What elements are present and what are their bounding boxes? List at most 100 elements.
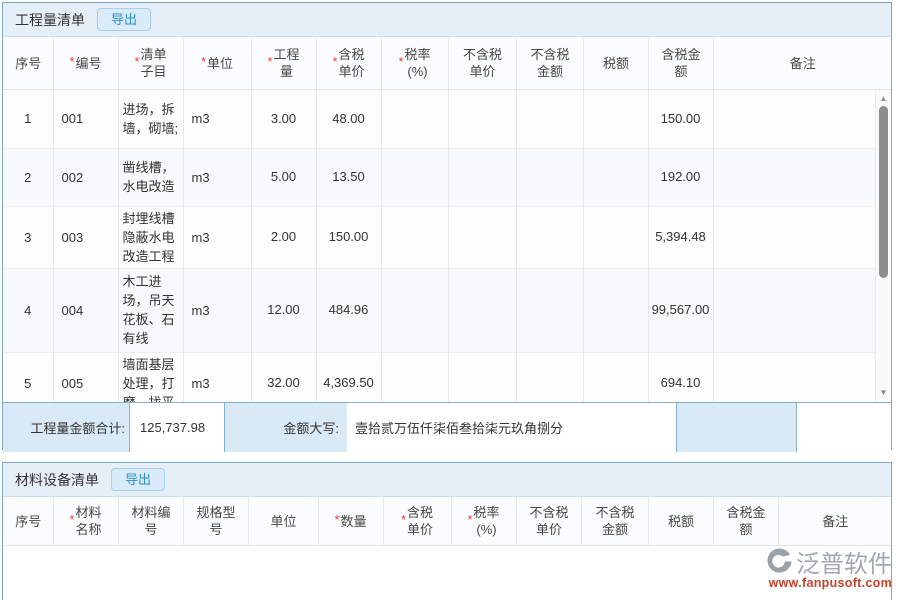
page: 工程量清单 导出 序号 *编号 *清单 子目 *单位 *工程 量 *含税 单价 … xyxy=(0,0,900,600)
cell-tax-rate xyxy=(381,352,448,402)
quantity-list-header: 序号 *编号 *清单 子目 *单位 *工程 量 *含税 单价 *税率 (%) 不… xyxy=(3,37,891,90)
required-asterisk: * xyxy=(334,512,339,527)
quantity-totals-row: 工程量金额合计: 125,737.98 金额大写: 壹拾贰万伍仟柒佰叁拾柒元玖角… xyxy=(3,402,891,452)
column-header-note: 备注 xyxy=(778,497,891,546)
total-amount-value: 125,737.98 xyxy=(129,403,225,452)
column-header-spec-model: 规格型 号 xyxy=(183,497,248,546)
quantity-list-title-row: 工程量清单 导出 xyxy=(3,3,891,37)
panel-title: 工程量清单 xyxy=(15,10,85,30)
required-asterisk: * xyxy=(332,54,337,69)
column-header-tax: 税额 xyxy=(648,497,713,546)
amount-in-words-label: 金额大写: xyxy=(225,403,347,452)
cell-tax-rate xyxy=(381,90,448,148)
scroll-down-icon[interactable]: ▼ xyxy=(876,386,891,400)
column-header-tax: 税额 xyxy=(583,37,648,90)
cell-item: 凿线槽，水电改造 xyxy=(118,148,183,206)
column-header-seq: 序号 xyxy=(3,497,53,546)
table-row[interactable]: 1 001 进场，拆墙，砌墙; m3 3.00 48.00 150.00 xyxy=(3,90,876,148)
required-asterisk: * xyxy=(69,54,74,69)
scrollbar-thumb[interactable] xyxy=(879,106,888,278)
cell-seq: 2 xyxy=(3,148,53,206)
column-header-item: *清单 子目 xyxy=(118,37,183,90)
column-header-tax-rate: *税率 (%) xyxy=(451,497,516,546)
column-header-amount: 含税金 额 xyxy=(648,37,713,90)
cell-qty: 12.00 xyxy=(251,268,316,352)
cell-note xyxy=(713,268,876,352)
cell-unit: m3 xyxy=(183,90,251,148)
cell-note xyxy=(713,352,876,402)
watermark: 泛普软件 www.fanpusoft.com xyxy=(766,544,892,590)
cell-tax-rate xyxy=(381,206,448,268)
cell-code: 003 xyxy=(53,206,118,268)
cell-amount-excl xyxy=(516,90,583,148)
cell-tax xyxy=(583,148,648,206)
column-header-amount-excl: 不含税 金额 xyxy=(516,37,583,90)
column-header-amount-excl: 不含税 金额 xyxy=(581,497,648,546)
cell-seq: 5 xyxy=(3,352,53,402)
column-header-unit: *单位 xyxy=(183,37,251,90)
cell-amount: 150.00 xyxy=(648,90,713,148)
table-row[interactable]: 5 005 墙面基层处理，打磨，找平 m3 32.00 4,369.50 694… xyxy=(3,352,876,402)
cell-amount-excl xyxy=(516,206,583,268)
cell-amount-excl xyxy=(516,352,583,402)
cell-qty: 2.00 xyxy=(251,206,316,268)
material-list-header: 序号 *材料 名称 材料编 号 规格型 号 单位 *数量 *含税 单价 *税率 … xyxy=(3,497,891,546)
cell-item: 墙面基层处理，打磨，找平 xyxy=(118,352,183,402)
cell-price: 4,369.50 xyxy=(316,352,381,402)
watermark-brand-text: 泛普软件 xyxy=(796,544,892,579)
cell-tax xyxy=(583,268,648,352)
export-button[interactable]: 导出 xyxy=(97,8,151,31)
cell-unit: m3 xyxy=(183,206,251,268)
quantity-list-rows: 1 001 进场，拆墙，砌墙; m3 3.00 48.00 150.00 2 0… xyxy=(3,90,876,402)
cell-amount-excl xyxy=(516,148,583,206)
vertical-scrollbar[interactable]: ▲ ▼ xyxy=(875,90,891,402)
cell-unit: m3 xyxy=(183,148,251,206)
cell-price-excl xyxy=(448,206,516,268)
cell-amount-excl xyxy=(516,268,583,352)
column-header-qty: *工程 量 xyxy=(251,37,316,90)
cell-unit: m3 xyxy=(183,352,251,402)
table-row[interactable]: 3 003 封埋线槽隐蔽水电改造工程 m3 2.00 150.00 5,394.… xyxy=(3,206,876,268)
cell-qty: 3.00 xyxy=(251,90,316,148)
panel-title: 材料设备清单 xyxy=(15,470,99,490)
totals-blank-cell xyxy=(797,403,891,452)
export-button[interactable]: 导出 xyxy=(111,468,165,491)
cell-code: 004 xyxy=(53,268,118,352)
cell-code: 001 xyxy=(53,90,118,148)
cell-code: 002 xyxy=(53,148,118,206)
cell-code: 005 xyxy=(53,352,118,402)
cell-seq: 4 xyxy=(3,268,53,352)
column-header-tax-rate: *税率 (%) xyxy=(381,37,448,90)
cell-unit: m3 xyxy=(183,268,251,352)
cell-tax xyxy=(583,90,648,148)
cell-tax xyxy=(583,352,648,402)
table-row[interactable]: 4 004 木工进场，吊天花板、石有线 m3 12.00 484.96 99,5… xyxy=(3,268,876,352)
column-header-unit: 单位 xyxy=(248,497,318,546)
column-header-price-excl: 不含税 单价 xyxy=(448,37,516,90)
quantity-list-body: 1 001 进场，拆墙，砌墙; m3 3.00 48.00 150.00 2 0… xyxy=(3,90,891,402)
fanpu-logo-icon xyxy=(766,548,793,575)
cell-qty: 5.00 xyxy=(251,148,316,206)
cell-item: 封埋线槽隐蔽水电改造工程 xyxy=(118,206,183,268)
cell-amount: 5,394.48 xyxy=(648,206,713,268)
cell-tax-rate xyxy=(381,148,448,206)
required-asterisk: * xyxy=(69,512,74,527)
table-row[interactable]: 2 002 凿线槽，水电改造 m3 5.00 13.50 192.00 xyxy=(3,148,876,206)
column-header-material-code: 材料编 号 xyxy=(118,497,183,546)
cell-price: 150.00 xyxy=(316,206,381,268)
cell-price-excl xyxy=(448,352,516,402)
cell-tax-rate xyxy=(381,268,448,352)
quantity-list-panel: 工程量清单 导出 序号 *编号 *清单 子目 *单位 *工程 量 *含税 单价 … xyxy=(2,2,892,450)
cell-item: 进场，拆墙，砌墙; xyxy=(118,90,183,148)
cell-price-excl xyxy=(448,148,516,206)
cell-price: 13.50 xyxy=(316,148,381,206)
totals-blank-cell xyxy=(677,403,797,452)
scroll-up-icon[interactable]: ▲ xyxy=(876,92,891,106)
cell-item: 木工进场，吊天花板、石有线 xyxy=(118,268,183,352)
cell-amount: 192.00 xyxy=(648,148,713,206)
column-header-price: *含税 单价 xyxy=(383,497,451,546)
column-header-qty: *数量 xyxy=(318,497,383,546)
required-asterisk: * xyxy=(201,54,206,69)
column-header-code: *编号 xyxy=(53,37,118,90)
cell-seq: 3 xyxy=(3,206,53,268)
